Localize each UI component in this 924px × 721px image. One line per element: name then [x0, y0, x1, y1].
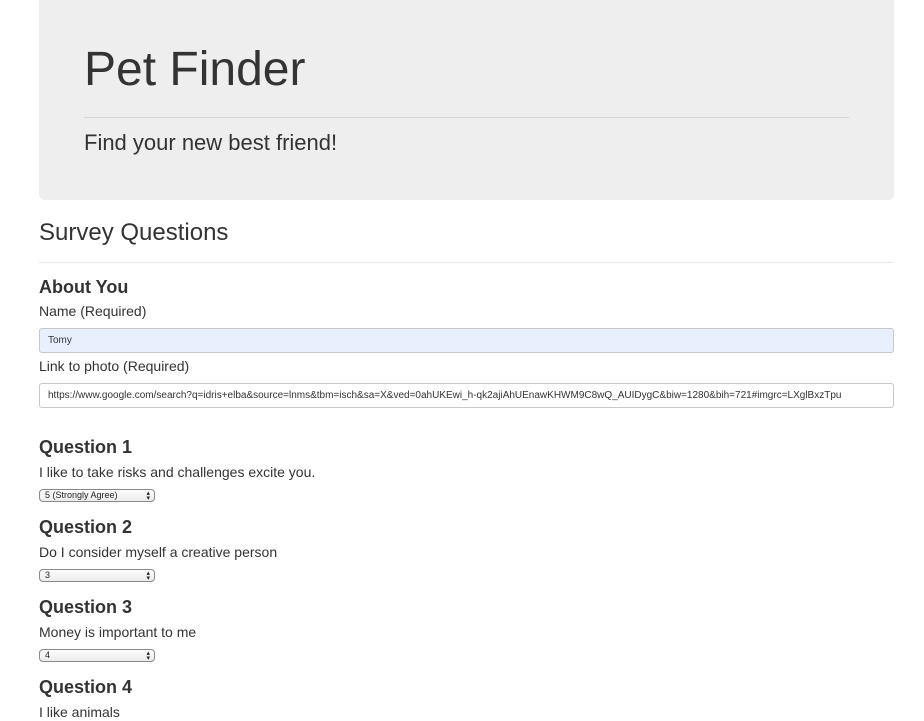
- question-1-text: I like to take risks and challenges exci…: [39, 464, 316, 480]
- survey-divider: [39, 262, 894, 263]
- question-1-select[interactable]: 5 (Strongly Agree) ▴ ▾: [39, 489, 155, 502]
- jumbotron: Pet Finder Find your new best friend!: [39, 0, 894, 200]
- survey-heading: Survey Questions: [39, 219, 229, 246]
- photo-url-input[interactable]: https://www.google.com/search?q=idris+el…: [39, 383, 894, 408]
- question-2-heading: Question 2: [39, 517, 133, 537]
- photo-label: Link to photo (Required): [39, 358, 190, 374]
- question-2-select[interactable]: 3 ▴ ▾: [39, 569, 155, 582]
- question-3-selected-value: 4: [45, 650, 51, 660]
- jumbotron-divider: [84, 117, 849, 118]
- question-4-heading: Question 4: [39, 677, 133, 697]
- name-input[interactable]: Tomy: [39, 328, 894, 353]
- question-2-text: Do I consider myself a creative person: [39, 544, 278, 560]
- page-container: Pet Finder Find your new best friend! Su…: [39, 0, 894, 720]
- up-down-chevron-icon: ▴ ▾: [146, 570, 150, 582]
- question-3-heading: Question 3: [39, 597, 133, 617]
- about-you-heading: About You: [39, 277, 129, 297]
- up-down-chevron-icon: ▴ ▾: [146, 490, 150, 502]
- question-3-text: Money is important to me: [39, 624, 197, 640]
- question-3-select[interactable]: 4 ▴ ▾: [39, 649, 155, 662]
- up-down-chevron-icon: ▴ ▾: [146, 650, 150, 662]
- question-2-selected-value: 3: [45, 570, 51, 580]
- question-1-heading: Question 1: [39, 437, 133, 457]
- name-label: Name (Required): [39, 303, 147, 319]
- page-title: Pet Finder: [84, 43, 306, 96]
- page-tagline: Find your new best friend!: [84, 130, 338, 155]
- question-4-text: I like animals: [39, 704, 120, 720]
- question-1-selected-value: 5 (Strongly Agree): [45, 490, 118, 500]
